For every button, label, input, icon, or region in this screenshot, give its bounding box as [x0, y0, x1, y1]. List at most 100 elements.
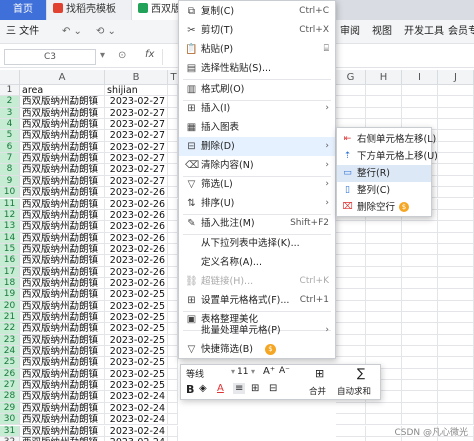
- cell-empty[interactable]: [438, 187, 474, 199]
- bold-icon[interactable]: B: [186, 383, 194, 396]
- submenu-shift-left[interactable]: ⇤ 右侧单元格左移(L): [337, 131, 437, 148]
- cell-empty[interactable]: [402, 255, 438, 267]
- cell-area[interactable]: area: [20, 85, 105, 97]
- cell-empty[interactable]: [366, 96, 402, 108]
- row-number[interactable]: 25: [0, 357, 20, 369]
- cell-t[interactable]: [168, 141, 178, 154]
- cell-empty[interactable]: [438, 323, 474, 335]
- cell-shijian[interactable]: 2023-02-26: [105, 243, 168, 256]
- cell-area[interactable]: 西双版纳州勐朗镇: [20, 175, 105, 188]
- cell-empty[interactable]: [402, 289, 438, 301]
- cell-area[interactable]: 西双版纳州勐朗镇: [20, 153, 105, 165]
- menu-insert-comment[interactable]: ✎ 插入批注(M) Shift+F2: [179, 214, 335, 233]
- cell-area[interactable]: 西双版纳州勐朗镇: [20, 141, 105, 154]
- cell-empty[interactable]: [366, 334, 402, 347]
- cell-empty[interactable]: [402, 323, 438, 335]
- cell-t[interactable]: [168, 266, 178, 278]
- cell-empty[interactable]: [402, 402, 438, 415]
- cell-empty[interactable]: [336, 255, 366, 267]
- cell-empty[interactable]: [438, 312, 474, 324]
- cell-shijian[interactable]: 2023-02-26: [105, 255, 168, 267]
- cell-empty[interactable]: [438, 277, 474, 290]
- cell-empty[interactable]: [438, 198, 474, 210]
- merge-icon[interactable]: ⊞: [315, 367, 324, 380]
- cell-shijian[interactable]: 2023-02-27: [105, 164, 168, 176]
- cell-empty[interactable]: [438, 209, 474, 222]
- cell-shijian[interactable]: 2023-02-27: [105, 107, 168, 120]
- cell-empty[interactable]: [438, 175, 474, 188]
- font-decrease-icon[interactable]: A⁻: [279, 366, 290, 376]
- cell-area[interactable]: 西双版纳州勐朗镇: [20, 346, 105, 358]
- cell-empty[interactable]: [402, 221, 438, 233]
- cell-t[interactable]: [168, 119, 178, 131]
- cell-area[interactable]: 西双版纳州勐朗镇: [20, 164, 105, 176]
- cell-t[interactable]: [168, 209, 178, 222]
- row-number[interactable]: 31: [0, 425, 20, 437]
- menu-quick-filter[interactable]: ▽ 快捷筛选(B) $: [179, 340, 335, 359]
- cell-area[interactable]: 西双版纳州勐朗镇: [20, 425, 105, 437]
- cell-t[interactable]: [168, 414, 178, 426]
- cell-empty[interactable]: [438, 334, 474, 347]
- cell-empty[interactable]: [366, 323, 402, 335]
- cell-empty[interactable]: [438, 153, 474, 165]
- row-number[interactable]: 12: [0, 209, 20, 222]
- cell-shijian[interactable]: 2023-02-26: [105, 209, 168, 222]
- row-number[interactable]: 10: [0, 187, 20, 199]
- font-size-select[interactable]: 11: [237, 367, 248, 377]
- col-header-g[interactable]: G: [336, 70, 366, 85]
- cell-shijian[interactable]: 2023-02-26: [105, 221, 168, 233]
- cell-empty[interactable]: [402, 107, 438, 120]
- col-header-i[interactable]: I: [402, 70, 438, 85]
- cell-shijian[interactable]: 2023-02-27: [105, 130, 168, 142]
- cell-t[interactable]: [168, 300, 178, 312]
- col-header-h[interactable]: H: [366, 70, 402, 85]
- cell-empty[interactable]: [402, 277, 438, 290]
- cell-empty[interactable]: [402, 391, 438, 403]
- font-increase-icon[interactable]: A⁺: [263, 366, 275, 377]
- cell-empty[interactable]: [402, 266, 438, 278]
- cell-area[interactable]: 西双版纳州勐朗镇: [20, 380, 105, 392]
- menu-paste-special[interactable]: ▤ 选择性粘贴(S)...: [179, 59, 335, 78]
- cell-t[interactable]: [168, 243, 178, 256]
- row-number[interactable]: 8: [0, 164, 20, 176]
- menu-sort[interactable]: ⇅ 排序(U) ›: [179, 194, 335, 213]
- cell-empty[interactable]: [438, 255, 474, 267]
- cell-empty[interactable]: [402, 312, 438, 324]
- cell-empty[interactable]: [402, 96, 438, 108]
- cell-area[interactable]: 西双版纳州勐朗镇: [20, 300, 105, 312]
- cell-area[interactable]: 西双版纳州勐朗镇: [20, 357, 105, 369]
- row-number[interactable]: 26: [0, 368, 20, 381]
- cell-shijian[interactable]: 2023-02-25: [105, 334, 168, 347]
- cell-shijian[interactable]: 2023-02-27: [105, 141, 168, 154]
- menu-view[interactable]: 视图: [372, 20, 392, 44]
- cell-shijian[interactable]: 2023-02-26: [105, 198, 168, 210]
- col-header-j[interactable]: J: [438, 70, 474, 85]
- cell-shijian[interactable]: 2023-02-25: [105, 323, 168, 335]
- cell-shijian[interactable]: 2023-02-26: [105, 266, 168, 278]
- cell-area[interactable]: 西双版纳州勐朗镇: [20, 368, 105, 381]
- cell-shijian[interactable]: 2023-02-26: [105, 187, 168, 199]
- cell-t[interactable]: [168, 334, 178, 347]
- cell-empty[interactable]: [336, 277, 366, 290]
- col-header-a[interactable]: A: [20, 70, 105, 85]
- cell-area[interactable]: 西双版纳州勐朗镇: [20, 334, 105, 347]
- cell-shijian[interactable]: 2023-02-24: [105, 402, 168, 415]
- cell-empty[interactable]: [402, 357, 438, 369]
- cell-empty[interactable]: [336, 85, 366, 97]
- cell-shijian[interactable]: 2023-02-27: [105, 96, 168, 108]
- row-number[interactable]: 28: [0, 391, 20, 403]
- cell-shijian[interactable]: 2023-02-27: [105, 153, 168, 165]
- cell-t[interactable]: [168, 391, 178, 403]
- submenu-shift-up[interactable]: ⇡ 下方单元格上移(U): [337, 148, 438, 165]
- row-number[interactable]: 18: [0, 277, 20, 290]
- cell-empty[interactable]: [336, 436, 366, 441]
- row-number[interactable]: 17: [0, 266, 20, 278]
- cell-t[interactable]: [168, 380, 178, 392]
- tab-home[interactable]: 首页: [0, 0, 46, 20]
- autosum-label[interactable]: 自动求和: [337, 385, 371, 397]
- cell-empty[interactable]: [336, 107, 366, 120]
- cell-t[interactable]: [168, 187, 178, 199]
- cell-empty[interactable]: [366, 414, 402, 426]
- row-number[interactable]: 22: [0, 323, 20, 335]
- cell-area[interactable]: 西双版纳州勐朗镇: [20, 255, 105, 267]
